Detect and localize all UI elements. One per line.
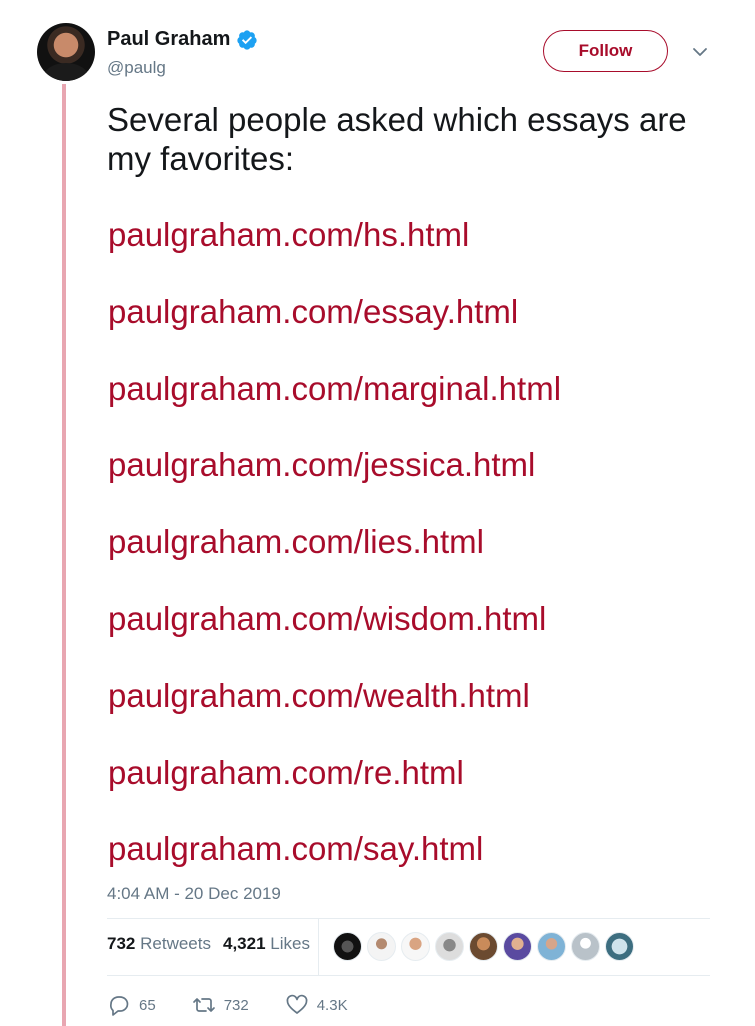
liker-avatar[interactable]	[435, 932, 464, 961]
essay-link[interactable]: paulgraham.com/marginal.html	[108, 370, 561, 408]
retweet-button[interactable]: 732	[192, 993, 249, 1017]
liker-avatar[interactable]	[401, 932, 430, 961]
stats-separator	[318, 919, 319, 975]
liker-avatar[interactable]	[503, 932, 532, 961]
heart-icon	[286, 994, 308, 1014]
reply-icon	[110, 996, 129, 1016]
retweet-count: 732	[223, 996, 249, 1014]
divider	[107, 918, 710, 919]
likes-label: Likes	[270, 934, 310, 953]
liker-avatar[interactable]	[333, 932, 362, 961]
divider	[107, 975, 710, 976]
essay-link[interactable]: paulgraham.com/hs.html	[108, 216, 469, 254]
essay-link[interactable]: paulgraham.com/say.html	[108, 830, 483, 868]
tweet-text: Several people asked which essays are my…	[107, 101, 687, 177]
likers-avatars	[333, 932, 634, 961]
liker-avatar[interactable]	[571, 932, 600, 961]
engagement-stats: 732 Retweets 4,321 Likes	[107, 934, 310, 954]
liker-avatar[interactable]	[605, 932, 634, 961]
essay-link[interactable]: paulgraham.com/lies.html	[108, 523, 484, 561]
retweets-stat[interactable]: 732 Retweets	[107, 934, 211, 954]
liker-avatar[interactable]	[367, 932, 396, 961]
tweet-timestamp[interactable]: 4:04 AM - 20 Dec 2019	[107, 884, 281, 904]
follow-button[interactable]: Follow	[543, 30, 668, 72]
retweets-count: 732	[107, 934, 136, 953]
retweets-label: Retweets	[140, 934, 211, 953]
like-count: 4.3K	[316, 996, 348, 1014]
liker-avatar[interactable]	[537, 932, 566, 961]
likes-count: 4,321	[222, 934, 266, 953]
essay-link[interactable]: paulgraham.com/essay.html	[108, 293, 518, 331]
essay-link[interactable]: paulgraham.com/re.html	[108, 754, 464, 792]
author-handle[interactable]: @paulg	[107, 58, 166, 78]
retweet-icon	[192, 998, 215, 1012]
liker-avatar[interactable]	[469, 932, 498, 961]
avatar[interactable]	[37, 23, 95, 81]
reply-button[interactable]: 65	[107, 993, 156, 1017]
essay-link[interactable]: paulgraham.com/jessica.html	[108, 446, 535, 484]
chevron-down-icon[interactable]	[690, 42, 710, 62]
essay-link[interactable]: paulgraham.com/wisdom.html	[108, 600, 546, 638]
likes-stat[interactable]: 4,321 Likes	[223, 934, 310, 954]
reply-count: 65	[139, 996, 156, 1014]
essay-link[interactable]: paulgraham.com/wealth.html	[108, 677, 530, 715]
tweet-actions: 65 732 4.3K	[107, 993, 384, 1017]
author-name-row[interactable]: Paul Graham	[107, 28, 258, 51]
thread-line	[62, 84, 66, 1026]
like-button[interactable]: 4.3K	[285, 993, 348, 1017]
author-name[interactable]: Paul Graham	[107, 28, 230, 51]
verified-badge-icon	[237, 29, 258, 50]
